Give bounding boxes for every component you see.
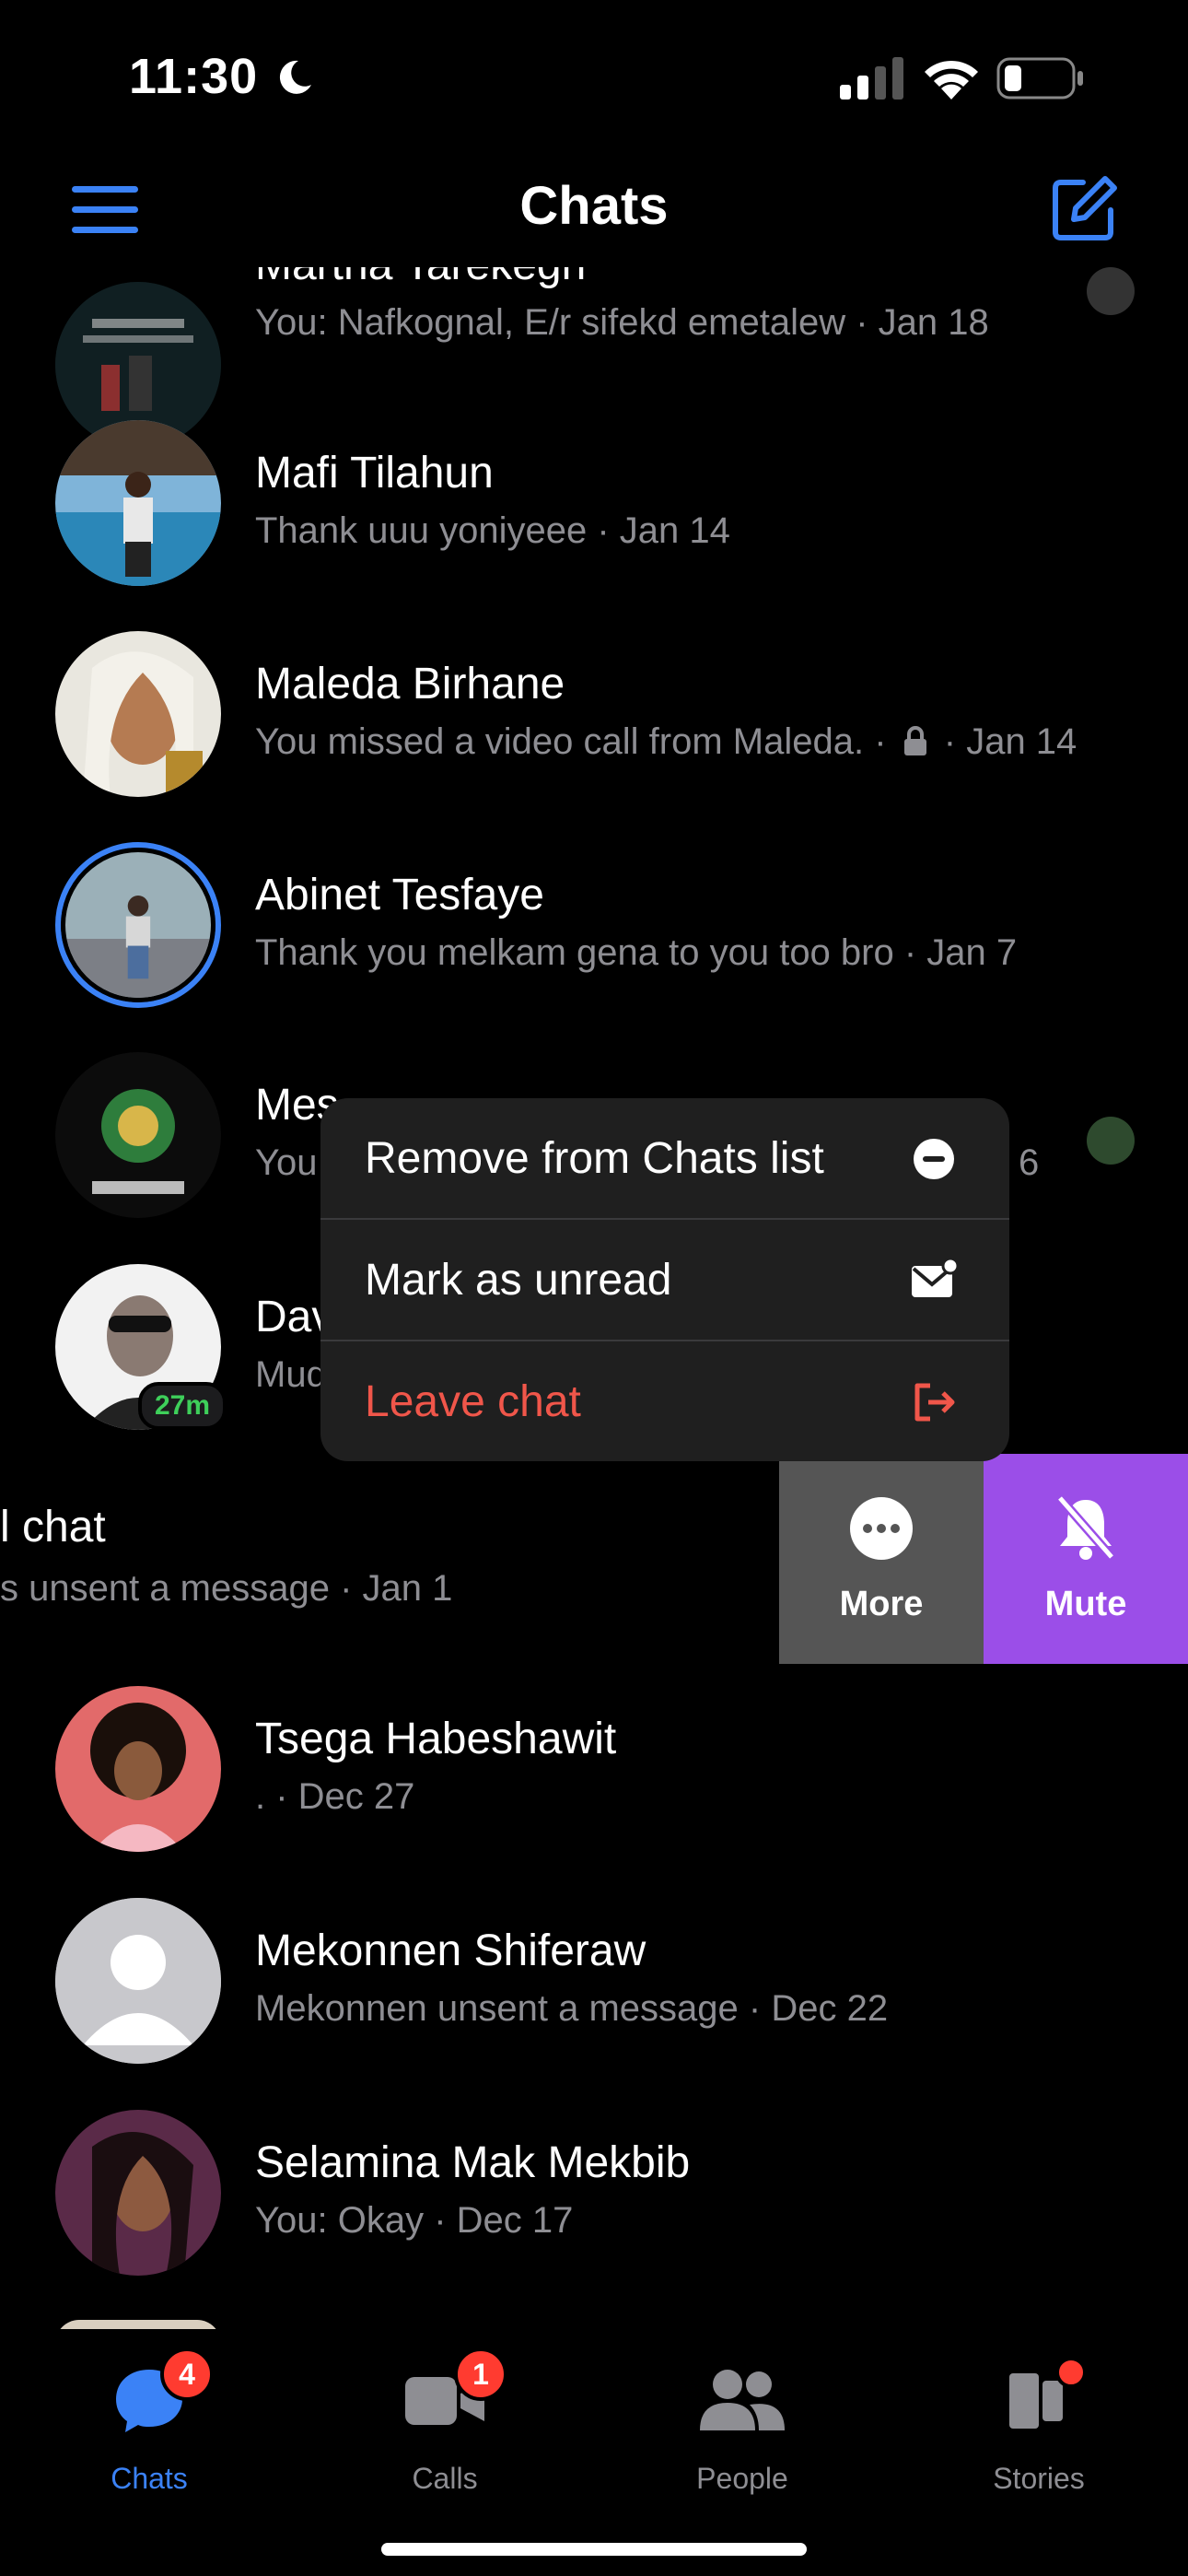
avatar — [55, 1052, 221, 1218]
compose-icon[interactable] — [1052, 175, 1118, 241]
chat-preview: You: Nafkognal, E/r sifekd emetalew · Ja… — [255, 302, 989, 343]
active-time-badge: 27m — [138, 1382, 227, 1430]
more-action-button[interactable]: More — [779, 1454, 984, 1664]
envelope-unread-icon — [912, 1257, 958, 1297]
menu-item-label: Mark as unread — [365, 1256, 672, 1305]
home-indicator[interactable] — [381, 2543, 807, 2556]
avatar-image — [55, 420, 221, 586]
minus-circle-icon — [914, 1139, 954, 1179]
mark-as-unread-item[interactable]: Mark as unread — [320, 1220, 1009, 1341]
chat-preview: Mekonnen unsent a message · Dec 22 — [255, 1988, 889, 2029]
chat-row[interactable]: Abinet Tesfaye Thank you melkam gena to … — [0, 842, 1188, 1052]
leave-chat-item[interactable]: Leave chat — [320, 1341, 1009, 1461]
chat-name: Mekonnen Shiferaw — [255, 1926, 646, 1975]
leave-icon — [914, 1383, 955, 1422]
chat-preview: s unsent a message · Jan 1 — [0, 1568, 453, 1609]
bell-slash-icon — [1056, 1494, 1115, 1561]
context-menu: Remove from Chats list Mark as unread Le… — [320, 1098, 1009, 1461]
people-icon — [700, 2370, 785, 2430]
chat-preview: You — [255, 1142, 318, 1183]
chat-row[interactable]: Tsega Habeshawit . · Dec 27 — [0, 1686, 1188, 1896]
avatar-image — [55, 1686, 221, 1852]
avatar-image — [55, 2110, 221, 2276]
chat-row[interactable]: Mekonnen Shiferaw Mekonnen unsent a mess… — [0, 1898, 1188, 2108]
chat-preview: Thank uuu yoniyeee · Jan 14 — [255, 510, 730, 551]
remove-from-chats-list-item[interactable]: Remove from Chats list — [320, 1098, 1009, 1219]
avatar-image — [61, 848, 215, 1002]
tab-label: Stories — [993, 2462, 1085, 2495]
chat-name: l chat — [0, 1503, 106, 1551]
tab-label: People — [696, 2462, 788, 2495]
avatar-image — [55, 631, 221, 797]
chat-preview: . · Dec 27 — [255, 1776, 415, 1817]
chat-preview: Thank you melkam gena to you too bro · J… — [255, 932, 1018, 973]
lock-icon — [903, 726, 926, 755]
chat-date: 6 — [1019, 1142, 1040, 1183]
chat-row[interactable]: Maleda Birhane You missed a video call f… — [0, 631, 1188, 841]
avatar — [55, 420, 221, 586]
avatar — [55, 2110, 221, 2276]
avatar-with-story-ring[interactable] — [55, 842, 221, 1008]
more-label: More — [839, 1585, 924, 1623]
page-title: Chats — [519, 176, 669, 236]
menu-item-label: Leave chat — [365, 1377, 581, 1426]
chat-name: Abinet Tesfaye — [255, 871, 544, 919]
chat-row[interactable]: Selamina Mak Mekbib You: Okay · Dec 17 — [0, 2110, 1188, 2320]
mute-label: Mute — [1044, 1585, 1127, 1623]
chat-preview: You missed a video call from Maleda. · ·… — [255, 721, 1077, 762]
chat-name: Maleda Birhane — [255, 660, 565, 708]
read-receipt-avatar — [1087, 1117, 1135, 1165]
chat-name: Selamina Mak Mekbib — [255, 2138, 691, 2187]
tab-label: Calls — [412, 2462, 478, 2495]
chat-preview: Mud — [255, 1354, 327, 1395]
chat-row[interactable]: Mafi Tilahun Thank uuu yoniyeee · Jan 14 — [0, 420, 1188, 630]
new-story-dot — [1055, 2357, 1087, 2388]
tab-label: Chats — [111, 2462, 188, 2495]
chat-name: Tsega Habeshawit — [255, 1715, 617, 1763]
avatar — [55, 1898, 221, 2064]
unread-badge: 4 — [160, 2348, 214, 2401]
default-avatar-icon — [55, 1898, 221, 2064]
mute-action-button[interactable]: Mute — [984, 1454, 1188, 1664]
missed-calls-badge: 1 — [454, 2348, 507, 2401]
read-receipt-avatar — [1087, 267, 1135, 315]
avatar — [55, 631, 221, 797]
avatar-image — [55, 1052, 221, 1218]
chat-preview: You: Okay · Dec 17 — [255, 2200, 574, 2241]
avatar — [55, 1686, 221, 1852]
more-icon — [850, 1497, 913, 1560]
chat-name: Mafi Tilahun — [255, 449, 494, 498]
menu-item-label: Remove from Chats list — [365, 1134, 824, 1183]
